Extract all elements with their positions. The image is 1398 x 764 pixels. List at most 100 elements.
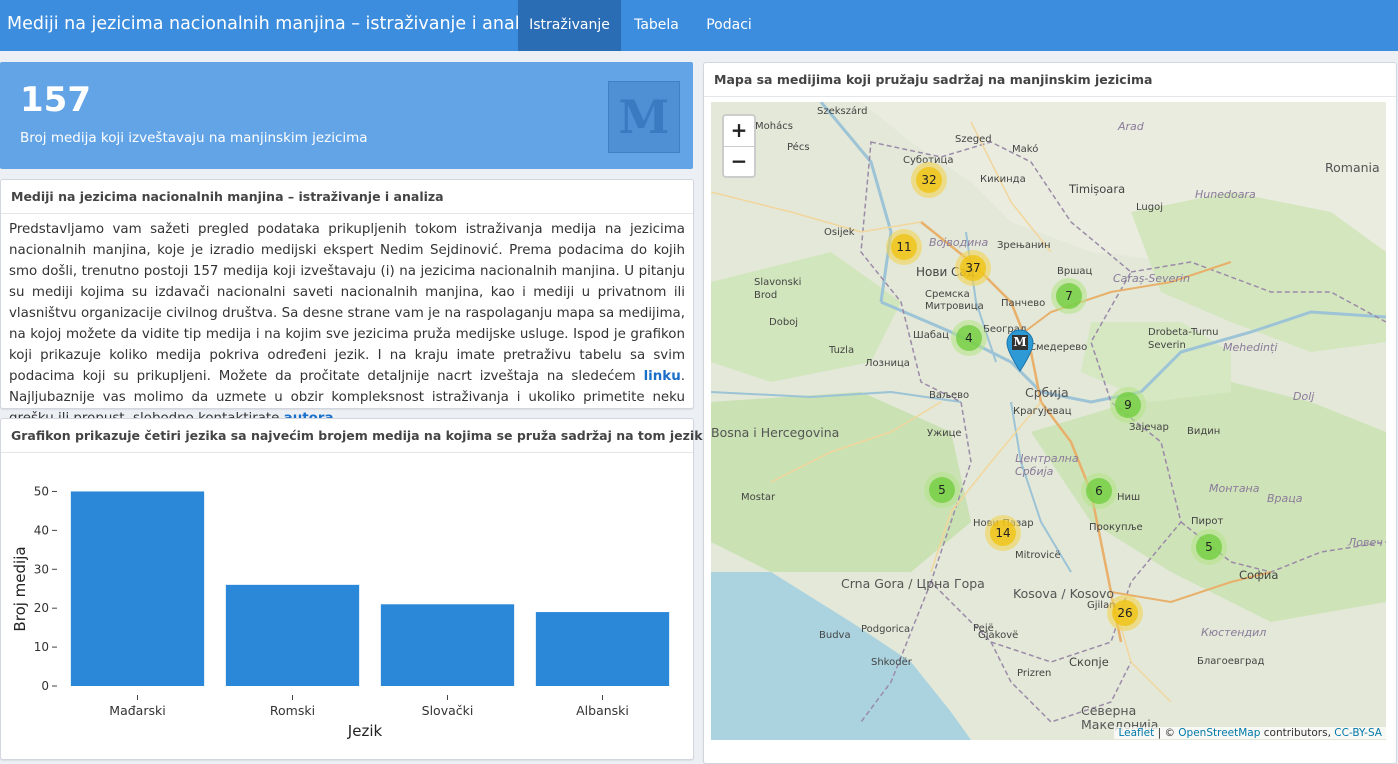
map-cluster-count: 14: [990, 520, 1016, 546]
tab-podaci[interactable]: Podaci: [692, 0, 766, 51]
license-link[interactable]: CC-BY-SA: [1334, 727, 1382, 739]
map-place: Крагујевац: [1013, 406, 1072, 417]
map-cluster[interactable]: 14: [985, 515, 1021, 551]
map-place: Caraș-Severin: [1113, 272, 1190, 285]
map-place: Mohács: [755, 121, 793, 132]
map-place: Централна Србија: [1015, 452, 1079, 478]
map-place: Hunedoara: [1195, 188, 1256, 201]
map-cluster-count: 37: [960, 255, 986, 281]
map-marker-pin-icon[interactable]: M: [1005, 328, 1035, 372]
map-place: Ужице: [927, 428, 962, 439]
map-place: Шабац: [913, 330, 949, 341]
map-cluster-count: 4: [956, 325, 982, 351]
map-place: Tuzla: [829, 345, 855, 356]
map-place: Ловеч: [1348, 536, 1383, 549]
y-tick-label: 30: [34, 562, 49, 576]
map-cluster-count: 9: [1115, 392, 1141, 418]
map-cluster-count: 5: [1196, 534, 1222, 560]
map-place: Војводина: [929, 236, 989, 249]
bar: [225, 584, 360, 686]
map-place: Romania: [1325, 160, 1380, 175]
x-tick-label: Mađarski: [109, 703, 165, 718]
chart-box-title: Grafikon prikazuje četiri jezika sa najv…: [11, 428, 712, 443]
map-cluster-count: 5: [929, 477, 955, 503]
zoom-out-button[interactable]: −: [724, 147, 754, 177]
map-cluster[interactable]: 9: [1110, 387, 1146, 423]
map-place: Смедерево: [1029, 342, 1088, 353]
map-attribution: Leaflet | © OpenStreetMap contributors, …: [1114, 727, 1386, 739]
x-tick-label: Romski: [270, 703, 315, 718]
map-place: Зрењанин: [997, 240, 1051, 251]
map-place: Панчево: [1001, 298, 1046, 309]
m-logo-letter: M: [618, 90, 670, 144]
bar: [70, 491, 205, 686]
zoom-in-button[interactable]: +: [724, 116, 754, 147]
attribution-separator: | ©: [1154, 727, 1179, 739]
map-place: Dolj: [1293, 390, 1315, 403]
y-tick-label: 50: [34, 484, 49, 498]
map-cluster[interactable]: 5: [1191, 529, 1227, 565]
report-link[interactable]: linku: [644, 369, 681, 384]
bar: [535, 612, 670, 686]
map-cluster-count: 32: [916, 167, 942, 193]
m-logo-icon: M: [608, 81, 680, 153]
x-axis-label: Jezik: [347, 722, 383, 740]
intro-text: Predstavljamo vam sažeti pregled podatak…: [9, 219, 685, 429]
y-tick-label: 40: [34, 523, 49, 537]
map-place: Србија: [1025, 385, 1069, 400]
map-cluster[interactable]: 26: [1107, 595, 1143, 631]
map-place: Kosova / Kosovo: [1013, 586, 1115, 601]
map-place: Скопје: [1069, 655, 1109, 669]
map-cluster-count: 11: [891, 234, 917, 260]
map-cluster-count: 26: [1112, 600, 1138, 626]
map-cluster[interactable]: 32: [911, 162, 947, 198]
map-place: Сремска Митровица: [925, 289, 984, 312]
map-cluster-count: 6: [1086, 478, 1112, 504]
media-count-caption: Broj medija koji izveštavaju na manjinsk…: [20, 130, 368, 146]
attribution-contributors: contributors,: [1260, 727, 1335, 739]
media-count-valuebox: [0, 62, 693, 169]
map-place: Вршац: [1057, 266, 1093, 277]
map-place: Лозница: [865, 358, 910, 369]
intro-text-part1: Predstavljamo vam sažeti pregled podatak…: [9, 222, 685, 384]
map-place: Зајечар: [1129, 422, 1169, 433]
map-place: Timișoara: [1069, 182, 1126, 196]
map-cluster[interactable]: 37: [955, 250, 991, 286]
map-place: Drobeta-Turnu Severin: [1148, 327, 1219, 351]
map-place: Монтана: [1209, 482, 1260, 495]
intro-box-title: Mediji na jezicima nacionalnih manjina –…: [11, 189, 444, 204]
media-count-value: 157: [20, 80, 91, 120]
tab-tabela[interactable]: Tabela: [621, 0, 692, 51]
map-cluster[interactable]: 11: [886, 229, 922, 265]
tab-istrazivanje[interactable]: Istraživanje: [518, 0, 621, 51]
media-map[interactable]: Szekszárd Arad Mohács Szeged Makó Pécs С…: [711, 102, 1386, 740]
navbar: Mediji na jezicima nacionalnih manjina –…: [0, 0, 1398, 51]
map-place: Szeged: [955, 134, 992, 145]
map-place: Budva: [819, 630, 851, 641]
map-place: Mostar: [741, 492, 776, 503]
map-place: Пирот: [1191, 516, 1224, 527]
map-cluster[interactable]: 6: [1081, 473, 1117, 509]
map-place: Bosna i Hercegovina: [711, 425, 840, 440]
intro-divider: [1, 213, 693, 214]
map-cluster[interactable]: 7: [1051, 278, 1087, 314]
map-place: Lugoj: [1136, 202, 1163, 213]
map-place: Podgorica: [861, 624, 911, 635]
map-place: Arad: [1118, 120, 1144, 133]
map-place: Mehedinți: [1223, 341, 1278, 354]
map-place: Gjakovë: [978, 630, 1019, 641]
y-tick-label: 10: [34, 640, 49, 654]
language-bar-chart: 0 10 20 30 40 50 Mađarski Romski Slovački Albansk…: [11, 484, 670, 740]
map-place: Osijek: [824, 227, 855, 238]
map-cluster[interactable]: 4: [951, 320, 987, 356]
y-tick-label: 0: [41, 679, 49, 693]
map-place: Прокупље: [1089, 522, 1143, 533]
map-place: Ваљево: [929, 390, 970, 401]
osm-link[interactable]: OpenStreetMap: [1178, 727, 1260, 739]
map-place: Shkodër: [871, 657, 912, 668]
map-place: Doboj: [769, 317, 799, 328]
map-basemap: [711, 102, 1386, 740]
map-cluster-count: 7: [1056, 283, 1082, 309]
map-cluster[interactable]: 5: [924, 472, 960, 508]
leaflet-link[interactable]: Leaflet: [1118, 727, 1154, 739]
